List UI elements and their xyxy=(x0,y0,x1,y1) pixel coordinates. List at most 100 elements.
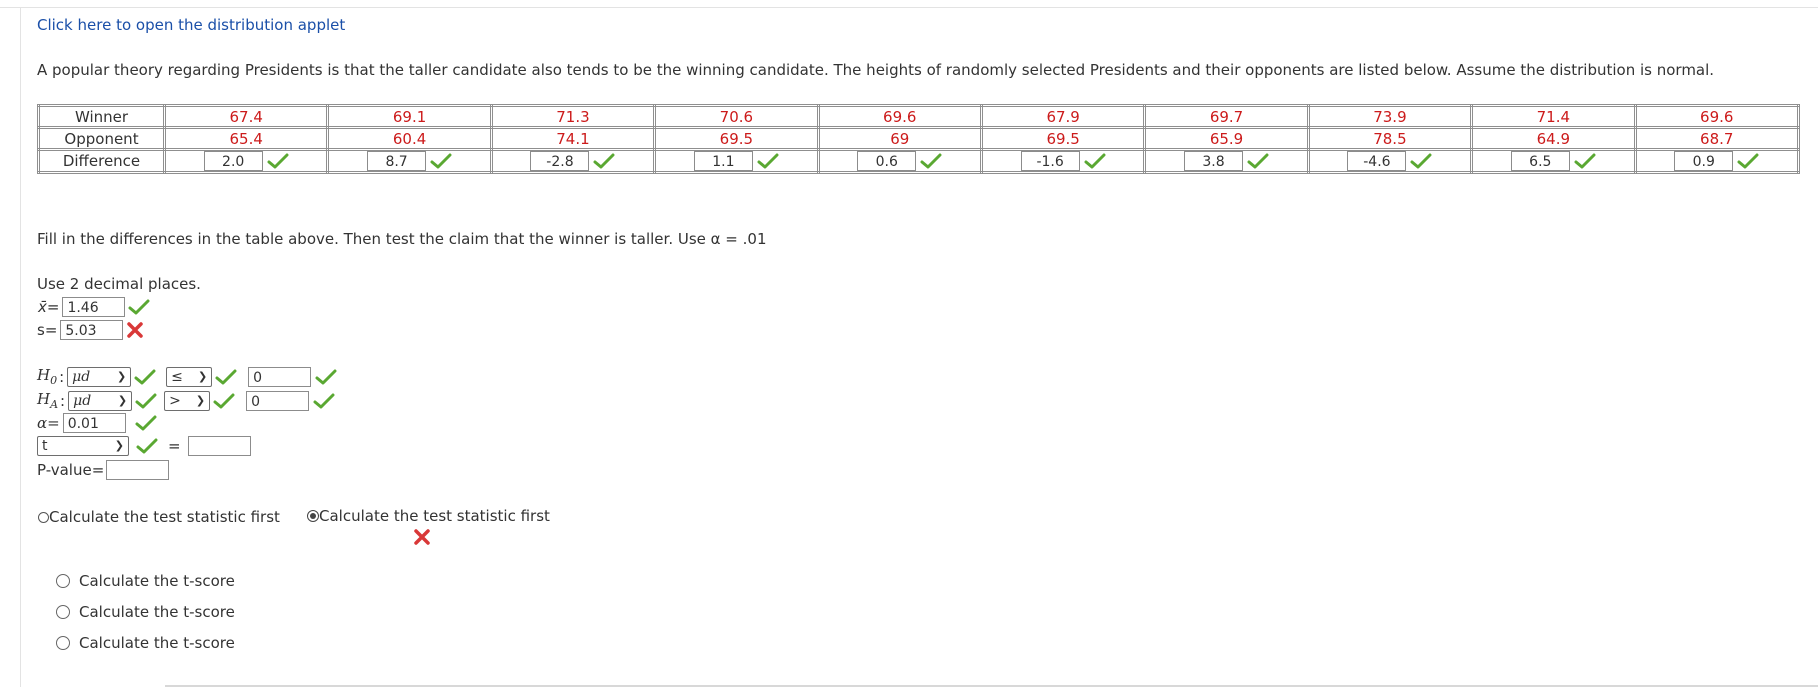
chevron-down-icon: ❯ xyxy=(116,369,127,383)
radio-empty-icon[interactable] xyxy=(56,636,70,650)
table-row-opponent: Opponent 65.4 60.4 74.1 69.5 69 69.5 65.… xyxy=(37,126,1801,151)
option-item[interactable]: Calculate the t-score xyxy=(56,572,235,590)
h0-operator-select[interactable]: ≤ ❯ xyxy=(166,366,213,387)
difference-input[interactable]: -1.6 xyxy=(1020,151,1080,171)
choice-b-label: Calculate the test statistic first xyxy=(319,507,550,525)
winner-cell: 69.6 xyxy=(816,104,983,129)
h0-row: H0 : μd ❯ ≤ ❯ 0 xyxy=(37,366,337,387)
choice-b-incorrect xyxy=(413,527,431,546)
ha-operator-value: > xyxy=(169,392,181,409)
difference-cell: 2.0 xyxy=(162,148,330,174)
test-row: t ❯ = xyxy=(37,436,251,456)
h0-parameter-select[interactable]: μd ❯ xyxy=(67,366,132,387)
difference-input[interactable]: 0.6 xyxy=(857,151,917,171)
difference-cell: 0.6 xyxy=(816,148,983,174)
chevron-down-icon: ❯ xyxy=(197,369,208,383)
option-label: Calculate the t-score xyxy=(79,603,235,621)
option-item[interactable]: Calculate the t-score xyxy=(56,603,235,621)
pvalue-input[interactable] xyxy=(106,460,170,480)
h0-parameter-value: μd xyxy=(72,368,91,385)
winner-cell: 69.6 xyxy=(1633,104,1801,129)
check-icon xyxy=(135,393,157,409)
opponent-cell: 64.9 xyxy=(1470,126,1637,151)
row-label-opponent: Opponent xyxy=(37,126,166,151)
check-icon xyxy=(430,153,452,169)
difference-cell: -2.8 xyxy=(489,148,657,174)
chevron-down-icon: ❯ xyxy=(114,439,124,452)
opponent-cell: 74.1 xyxy=(489,126,657,151)
winner-cell: 69.1 xyxy=(326,104,493,129)
test-statistic-input[interactable] xyxy=(187,436,251,456)
radio-empty-icon[interactable] xyxy=(38,511,49,523)
ha-row: HA : μd ❯ > ❯ 0 xyxy=(37,390,335,411)
radio-selected-icon[interactable] xyxy=(307,510,319,522)
difference-input[interactable]: 6.5 xyxy=(1510,151,1570,171)
check-icon xyxy=(313,393,335,409)
row-label-difference: Difference xyxy=(37,148,166,174)
difference-cell: 3.8 xyxy=(1143,148,1310,174)
difference-cell: 1.1 xyxy=(653,148,820,174)
ha-label: HA xyxy=(37,390,58,411)
opponent-cell: 69 xyxy=(816,126,983,151)
radio-empty-icon[interactable] xyxy=(56,605,70,619)
check-icon xyxy=(1410,153,1432,169)
decimals-note: Use 2 decimal places. xyxy=(37,275,201,293)
alpha-input[interactable]: 0.01 xyxy=(62,413,126,433)
s-row: s= 5.03 xyxy=(37,320,144,340)
choice-a-label: Calculate the test statistic first xyxy=(49,508,280,526)
ha-parameter-value: μd xyxy=(73,392,92,409)
pvalue-row: P-value= xyxy=(37,460,170,480)
opponent-cell: 78.5 xyxy=(1306,126,1474,151)
difference-input[interactable]: -2.8 xyxy=(530,151,590,171)
s-input[interactable]: 5.03 xyxy=(60,320,124,340)
check-icon xyxy=(1737,153,1759,169)
check-icon xyxy=(215,369,237,385)
check-icon xyxy=(267,153,289,169)
h0-label: H0 xyxy=(37,366,57,387)
difference-input[interactable]: 3.8 xyxy=(1184,151,1244,171)
ha-parameter-select[interactable]: μd ❯ xyxy=(68,390,133,411)
ha-value-input[interactable]: 0 xyxy=(246,390,310,411)
check-icon xyxy=(1574,153,1596,169)
check-icon xyxy=(134,369,156,385)
check-icon xyxy=(593,153,615,169)
difference-cell: -1.6 xyxy=(979,148,1147,174)
h0-label-main: H xyxy=(37,366,51,384)
check-icon xyxy=(315,369,337,385)
check-icon xyxy=(757,153,779,169)
test-type-select[interactable]: t ❯ xyxy=(37,436,129,456)
cross-icon xyxy=(413,528,431,546)
difference-input[interactable]: -4.6 xyxy=(1347,151,1407,171)
ha-colon: : xyxy=(60,391,66,410)
ha-operator-select[interactable]: > ❯ xyxy=(164,390,211,411)
difference-input[interactable]: 8.7 xyxy=(367,151,427,171)
winner-cell: 73.9 xyxy=(1306,104,1474,129)
table-row-difference: Difference 2.0 8.7 -2.8 1.1 0.6 -1.6 3.8… xyxy=(37,148,1801,174)
choice-b[interactable]: Calculate the test statistic first xyxy=(307,507,550,525)
opponent-cell: 60.4 xyxy=(326,126,493,151)
difference-input[interactable]: 2.0 xyxy=(203,151,263,171)
xbar-row: x̄= 1.46 xyxy=(38,297,150,317)
chevron-down-icon: ❯ xyxy=(195,393,206,407)
opponent-cell: 69.5 xyxy=(653,126,820,151)
alpha-row: α= 0.01 xyxy=(37,413,157,433)
radio-empty-icon[interactable] xyxy=(56,574,70,588)
xbar-input[interactable]: 1.46 xyxy=(62,297,126,317)
winner-cell: 67.4 xyxy=(162,104,330,129)
difference-cell: 8.7 xyxy=(326,148,493,174)
xbar-label: x̄= xyxy=(38,298,60,316)
instruction-text: Fill in the differences in the table abo… xyxy=(37,230,767,248)
ha-label-main: H xyxy=(37,390,51,408)
distribution-applet-link[interactable]: Click here to open the distribution appl… xyxy=(37,16,345,34)
option-item[interactable]: Calculate the t-score xyxy=(56,634,235,652)
s-label: s= xyxy=(37,321,58,339)
opponent-cell: 68.7 xyxy=(1633,126,1801,151)
h0-value-input[interactable]: 0 xyxy=(248,366,312,387)
difference-input[interactable]: 0.9 xyxy=(1674,151,1734,171)
check-icon xyxy=(213,393,235,409)
winner-cell: 71.3 xyxy=(489,104,657,129)
row-label-winner: Winner xyxy=(37,104,166,129)
difference-input[interactable]: 1.1 xyxy=(693,151,753,171)
alpha-label: α= xyxy=(37,414,60,432)
choice-a[interactable]: Calculate the test statistic first xyxy=(38,508,280,526)
